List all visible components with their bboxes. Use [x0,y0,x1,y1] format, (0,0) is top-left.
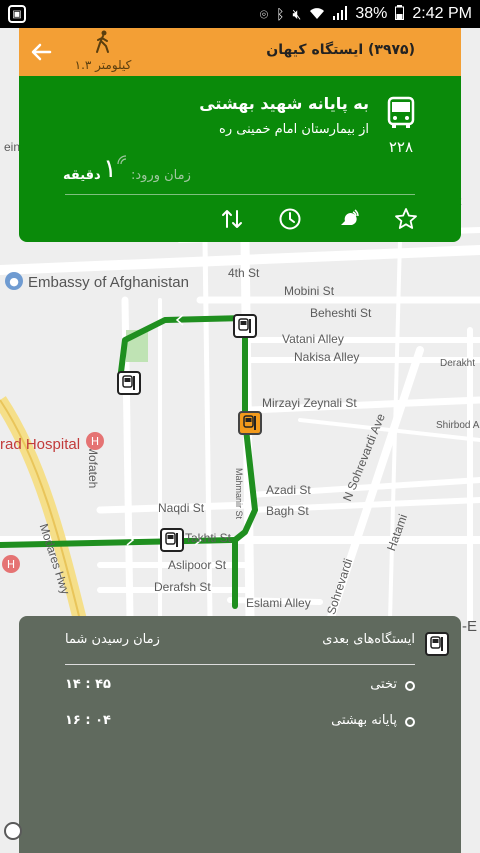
bluetooth-icon: ᛒ [276,6,285,22]
next-stations-label: ایستگاه‌های بعدی [322,632,415,647]
map-label-beheshti: Beheshti St [310,306,372,320]
map-label-4th-st: 4th St [228,266,260,280]
map-label-mirzayi: Mirzayi Zeynali St [262,396,357,410]
arrival-unit: دقیقه [63,168,101,183]
map-label-mahmanir: Mahmanir St [234,468,244,520]
walk-distance-label: ۱.۳ کیلومتر [74,58,132,72]
map-label-east-e: -E [462,618,477,635]
bus-stop-icon [425,632,449,656]
stop-dot-icon [405,717,415,727]
map-label-takhti: Takhti St [185,531,232,545]
status-left: ▣ [8,5,26,23]
hospital-pin-icon: H [2,555,20,573]
map-label-nakisa: Nakisa Alley [294,350,360,364]
notification-icon[interactable] [335,206,361,232]
list-item[interactable]: پایانه بهشتی ۱۶ : ۰۴ [65,713,415,733]
station-header: ۱.۳ کیلومتر (۳۹۷۵) ایستگاه کیهان [19,28,461,76]
bus-stop-marker[interactable] [117,371,141,395]
stop-dot-icon [405,681,415,691]
route-number: ۲۲۸ [388,138,413,156]
bus-icon [387,96,415,134]
location-icon: ⌾ [259,5,269,22]
map-label-eslami: Eslami Alley [246,596,311,610]
route-card: به پایانه شهید بهشتی از بیمارستان امام خ… [19,76,461,242]
mute-icon: 🔇︎ [292,5,302,22]
stop-time: ۱۶ : ۰۴ [65,713,111,728]
map-label-aslipoor: Aslipoor St [168,558,227,572]
next-stops-panel: ایستگاه‌های بعدی زمان رسیدن شما تختی ۱۴ … [19,616,461,853]
arrival-label: زمان ورود: [131,168,191,183]
stop-name: پایانه بهشتی [331,713,397,728]
stop-name: تختی [370,677,397,692]
map-label-embassy: Embassy of Afghanistan [28,274,189,291]
embassy-pin-icon: ● [5,272,23,290]
walk-distance: ۱.۳ کیلومتر [63,30,143,73]
map-label-derakht: Derakht [440,358,476,369]
stop-time: ۱۴ : ۴۵ [65,677,111,692]
clock-icon[interactable] [277,206,303,232]
status-right: ⌾ ᛒ 🔇︎ 38% 2:42 PM [260,5,472,23]
list-item[interactable]: تختی ۱۴ : ۴۵ [65,677,415,697]
map-label-bagh: Bagh St [266,504,309,518]
status-bar: ▣ ⌾ ᛒ 🔇︎ 38% 2:42 PM [0,0,480,28]
map-label-mobini: Mobini St [284,284,335,298]
battery-percent: 38% [355,5,388,22]
swap-direction-icon[interactable] [219,206,245,232]
map-logo-icon [4,822,22,840]
route-origin: از بیمارستان امام خمینی ره [219,122,369,137]
map-label-naqdi: Naqdi St [158,501,205,515]
bus-stop-marker[interactable] [160,528,184,552]
arrival-time-header: زمان رسیدن شما [65,632,160,647]
map-label-derafsh: Derafsh St [154,580,211,594]
back-arrow-icon[interactable] [25,36,57,68]
map-label-azadi: Azadi St [266,483,311,497]
bus-stop-marker[interactable] [233,314,257,338]
map-label-vatani: Vatani Alley [282,332,344,346]
clock-time: 2:42 PM [412,5,472,22]
wifi-icon [309,6,325,23]
star-icon[interactable] [393,206,419,232]
station-title: (۳۹۷۵) ایستگاه کیهان [266,42,415,58]
map-label-shirbod: Shirbod Alley [436,420,480,431]
panel-divider [65,664,415,665]
route-actions [219,204,419,234]
hospital-pin-icon: H [86,432,104,450]
map-label-hospital: rad Hospital [0,436,81,453]
battery-icon [395,5,405,23]
app-icon: ▣ [8,5,26,23]
route-destination: به پایانه شهید بهشتی [199,94,369,113]
walking-person-icon [63,30,143,54]
live-signal-icon [117,150,127,169]
card-divider [65,194,415,195]
arrival-value: ۱ [103,154,117,184]
signal-icon [333,5,348,23]
current-stop-marker[interactable] [238,411,262,435]
